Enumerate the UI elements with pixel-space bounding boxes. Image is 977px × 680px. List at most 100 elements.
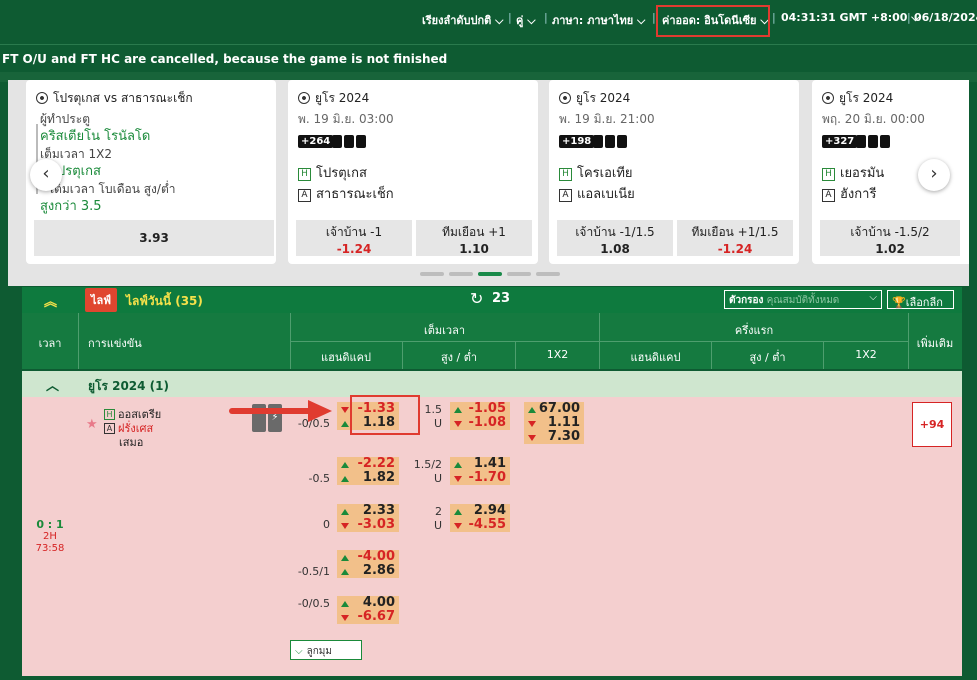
stats-icon (593, 135, 603, 148)
time-display[interactable]: 04:31:31 GMT +8:00 ⌵ (781, 11, 920, 25)
page-dot[interactable] (536, 272, 560, 276)
odds-cell[interactable]: 7.30 (524, 430, 584, 444)
featured-card[interactable]: โปรตุเกส vs สาธารณะเช็ก ผู้ทำประตู คริสเ… (26, 80, 276, 264)
league-row[interactable]: ︿ ยูโร 2024 (1) (22, 371, 962, 397)
collapse-all-icon[interactable]: ︽ (44, 291, 57, 310)
page-dot[interactable] (420, 272, 444, 276)
carousel-pagination (420, 272, 560, 276)
col-ft-1x2: 1X2 (546, 348, 569, 361)
bet-label: เจ้าบ้าน -1/1.5 (575, 225, 655, 239)
odds-cell[interactable]: -2.22 (337, 457, 399, 471)
card-title: ยูโร 2024 (298, 89, 369, 108)
more-bets-badge: +264 (298, 135, 334, 148)
chevron-up-icon[interactable]: ︿ (46, 375, 59, 394)
away-team-name: แอลเบเนีย (577, 187, 635, 202)
odds-cell[interactable]: -3.03 (337, 518, 399, 532)
card-title: โปรตุเกส vs สาธารณะเช็ก (36, 89, 193, 108)
home-team-name: โครเอเทีย (577, 166, 633, 181)
arrow-up-icon (528, 407, 536, 413)
divider (908, 313, 909, 369)
odds-button[interactable]: เจ้าบ้าน -1.5/2 1.02 (820, 220, 960, 256)
bet-label: ทีมเยือน +1/1.5 (691, 225, 779, 239)
page-dot-active[interactable] (478, 272, 502, 276)
odds-button[interactable]: ทีมเยือน +1 1.10 (416, 220, 532, 256)
match-row: ★ H ออสเตรีย A ฝรั่งเศส เสมอ ⚡ 0 : 1 2H 73… (22, 395, 962, 680)
top-bar: เรียงลำดับปกติ ⌵ | คู่ ⌵ | ภาษา: ภาษาไทย… (0, 0, 977, 42)
odds-cell[interactable]: -1.05 (450, 402, 510, 416)
filter-label: ตัวกรอง (729, 295, 764, 306)
away-icon: A (298, 189, 311, 202)
featured-card[interactable]: ยูโร 2024 พ. 19 มิ.ย. 21:00 +198 H โครเอเ… (549, 80, 799, 264)
away-team-name: ฮังการี (840, 187, 877, 202)
odds-cell[interactable]: 1.11 (524, 416, 584, 430)
arrow-down-icon (528, 421, 536, 427)
featured-card[interactable]: ยูโร 2024 พ. 19 มิ.ย. 03:00 +264 H โปรตุเ… (288, 80, 538, 264)
filter-dropdown[interactable]: ตัวกรอง คุณสมบัติทั้งหมด ⌵ (724, 290, 882, 309)
divider (711, 341, 712, 369)
ou-line: 1.5/2 (413, 458, 442, 471)
odds-value: 2.33 (362, 503, 395, 518)
language-dropdown[interactable]: ภาษา: ภาษาไทย ⌵ (552, 11, 645, 29)
odds-cell[interactable]: 2.94 (450, 504, 510, 518)
odds-cell[interactable]: -6.67 (337, 610, 399, 624)
divider (823, 341, 824, 369)
stats-icon (605, 135, 615, 148)
odds-cell[interactable]: -1.08 (450, 416, 510, 430)
odds-value: 2.94 (473, 503, 506, 518)
combo-odds-button[interactable]: 3.93 (34, 220, 274, 256)
refresh-countdown: 23 (492, 291, 511, 306)
odds-cell[interactable]: -4.55 (450, 518, 510, 532)
odds-cell[interactable]: -4.00 (337, 550, 399, 564)
divider (402, 341, 403, 369)
col-ft-overunder: สูง / ต่ำ (440, 351, 478, 364)
odds-value: -4.00 (357, 549, 395, 564)
divider: | (544, 11, 548, 24)
arrow-down-icon (341, 407, 349, 413)
odds-cell[interactable]: 4.00 (337, 596, 399, 610)
handicap-line: -0/0.5 (297, 597, 330, 610)
refresh-icon[interactable]: ↻ (470, 289, 483, 308)
carousel-prev-button[interactable]: ‹ (30, 159, 62, 191)
odds-button[interactable]: เจ้าบ้าน -1/1.5 1.08 (557, 220, 673, 256)
arrow-down-icon (454, 421, 462, 427)
page-dot[interactable] (449, 272, 473, 276)
odds-cell[interactable]: 1.82 (337, 471, 399, 485)
carousel-next-button[interactable]: › (918, 159, 950, 191)
arrow-up-icon (454, 407, 462, 413)
select-league-button[interactable]: 🏆เลือกลีก (887, 290, 954, 309)
odds-cell[interactable]: 67.00 (524, 402, 584, 416)
league-name: ยูโร 2024 (1) (88, 379, 169, 393)
stats-icon (332, 135, 342, 148)
match-period: 2H (43, 531, 57, 542)
more-bets-button[interactable]: +94 (912, 402, 952, 447)
sort-dropdown[interactable]: เรียงลำดับปกติ ⌵ (422, 11, 504, 29)
away-icon: A (104, 423, 115, 434)
pair-dropdown[interactable]: คู่ ⌵ (516, 11, 536, 29)
arrow-up-icon (341, 476, 349, 482)
match-datetime: พฤ. 20 มิ.ย. 00:00 (822, 112, 925, 126)
live-header: ︽ ไลฟ์ ไลฟ์วันนี้ (35) ↻ 23 ตัวกรอง คุณส… (22, 287, 962, 313)
away-team-name: สาธารณะเช็ก (316, 187, 394, 202)
bet-selection: คริสเตียโน โรนัลโด (40, 129, 151, 144)
match-datetime: พ. 19 มิ.ย. 21:00 (559, 112, 655, 126)
expand-corners-button[interactable]: ⌵ ลูกมุม (290, 640, 362, 660)
odds-cell[interactable]: 2.86 (337, 564, 399, 578)
highlight-box (350, 395, 420, 435)
away-team: A ฮังการี (822, 183, 876, 204)
home-team: H โปรตุเกส (298, 162, 367, 183)
odds-value: -3.03 (357, 517, 395, 532)
arrow-up-icon (341, 555, 349, 561)
bet-label: เจ้าบ้าน -1.5/2 (850, 225, 930, 239)
odds-cell[interactable]: 1.41 (450, 457, 510, 471)
odds-cell[interactable]: -1.70 (450, 471, 510, 485)
odds-cell[interactable]: 2.33 (337, 504, 399, 518)
favorite-star-icon[interactable]: ★ (86, 417, 98, 432)
page-dot[interactable] (507, 272, 531, 276)
date-display: 06/18/2024 (914, 11, 977, 24)
divider (515, 341, 516, 369)
video-icon (880, 135, 890, 148)
odds-value: 1.11 (547, 415, 580, 430)
odds-button[interactable]: ทีมเยือน +1/1.5 -1.24 (677, 220, 793, 256)
odds-button[interactable]: เจ้าบ้าน -1 -1.24 (296, 220, 412, 256)
card-title-text: โปรตุเกส vs สาธารณะเช็ก (53, 91, 193, 105)
